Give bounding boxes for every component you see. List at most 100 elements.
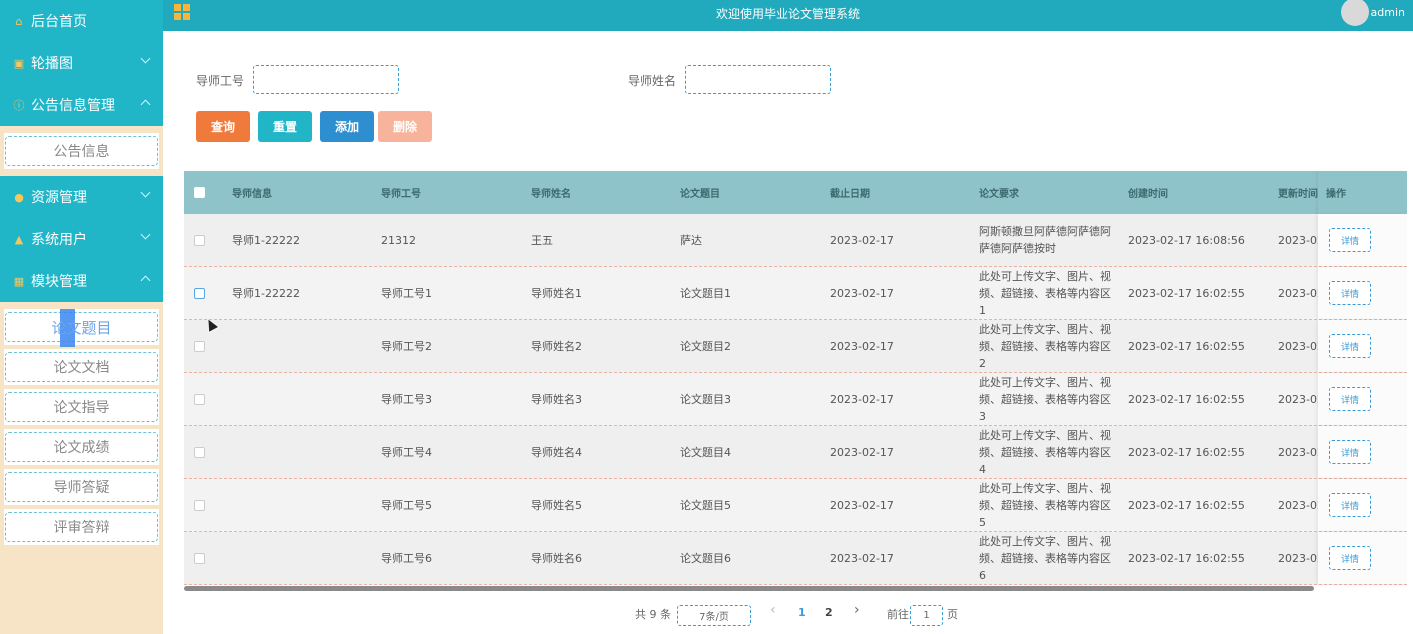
row-checkbox[interactable] (194, 394, 205, 405)
detail-button[interactable]: 详情 (1329, 546, 1371, 570)
sidebar-item-thesis-doc[interactable]: 论文文档 (4, 349, 159, 385)
cell-created: 2023-02-17 16:02:55 (1128, 498, 1245, 512)
cell-deadline: 2023-02-17 (830, 392, 894, 406)
tutor-name-input[interactable] (685, 65, 831, 94)
module-submenu: 论文题目 论文文档 论文指导 论文成绩 导师答疑 评审答辩 (0, 302, 163, 552)
col-header[interactable]: 导师信息 (232, 171, 272, 214)
cell-created: 2023-02-17 16:02:55 (1128, 551, 1245, 565)
cell-created: 2023-02-17 16:02:55 (1128, 445, 1245, 459)
cell-req: 阿斯顿撒旦阿萨德阿萨德阿萨德阿萨德按时 (979, 225, 1111, 255)
menu-carousel-label: 轮播图 (31, 56, 73, 72)
col-header[interactable]: 截止日期 (830, 171, 870, 214)
cell-topic: 论文题目3 (680, 393, 731, 406)
table-row[interactable]: 导师工号6 导师姓名6 论文题目6 2023-02-17 此处可上传文字、图片、视频、超… (184, 532, 1407, 585)
add-button[interactable]: 添加 (320, 111, 374, 142)
cell-updated: 2023-02 (1278, 445, 1318, 459)
table-row[interactable]: 导师工号5 导师姓名5 论文题目5 2023-02-17 此处可上传文字、图片、视频、超… (184, 479, 1407, 532)
menu-carousel[interactable]: ▣ 轮播图 (0, 42, 163, 84)
sidebar-item-thesis-topic[interactable]: 论文题目 (4, 309, 159, 347)
op-cell: 详情 (1318, 532, 1407, 584)
sidebar-item-thesis-guide[interactable]: 论文指导 (4, 389, 159, 425)
col-header[interactable]: 导师姓名 (531, 171, 571, 214)
table-row[interactable]: 导师工号4 导师姓名4 论文题目4 2023-02-17 此处可上传文字、图片、视频、超… (184, 426, 1407, 479)
detail-button[interactable]: 详情 (1329, 387, 1371, 411)
menu-home[interactable]: ⌂ 后台首页 (0, 0, 163, 42)
col-header[interactable]: 论文要求 (979, 171, 1019, 214)
row-checkbox[interactable] (194, 288, 205, 299)
table-row[interactable]: 导师1-22222 21312 王五 萨达 2023-02-17 阿斯顿撒旦阿萨德阿萨德阿… (184, 214, 1407, 267)
horizontal-scrollbar[interactable] (184, 586, 1314, 591)
menu-notice-mgmt[interactable]: ⓘ 公告信息管理 (0, 84, 163, 126)
sidebar-item-label: 导师答疑 (53, 480, 110, 496)
reset-button[interactable]: 重置 (258, 111, 312, 142)
page-number-1[interactable]: 1 (798, 606, 806, 619)
goto-page-input[interactable]: 1 (910, 605, 943, 626)
cell-name: 导师姓名6 (531, 552, 582, 565)
page-suffix: 页 (947, 608, 958, 621)
row-checkbox[interactable] (194, 235, 205, 246)
cell-deadline: 2023-02-17 (830, 498, 894, 512)
username[interactable]: admin (1371, 6, 1405, 19)
sidebar-item-review-defense[interactable]: 评审答辩 (4, 509, 159, 545)
op-cell: 详情 (1318, 320, 1407, 372)
op-cell: 详情 (1318, 267, 1407, 319)
col-header: 操作 (1326, 189, 1346, 200)
table-row[interactable]: 导师工号3 导师姓名3 论文题目3 2023-02-17 此处可上传文字、图片、视频、超… (184, 373, 1407, 426)
sidebar-item-thesis-score[interactable]: 论文成绩 (4, 429, 159, 465)
user-icon: ▲ (14, 232, 24, 246)
table-row[interactable]: 导师工号2 导师姓名2 论文题目2 2023-02-17 此处可上传文字、图片、视频、超… (184, 320, 1407, 373)
op-col-header: 操作 (1318, 171, 1407, 214)
prev-page-icon[interactable]: ‹ (770, 602, 776, 618)
row-checkbox[interactable] (194, 553, 205, 564)
cell-name: 王五 (531, 234, 553, 247)
cell-no: 导师工号4 (381, 446, 432, 459)
cell-topic: 论文题目4 (680, 446, 731, 459)
col-header[interactable]: 更新时间 (1278, 171, 1318, 214)
menu-home-label: 后台首页 (31, 14, 87, 30)
cell-deadline: 2023-02-17 (830, 551, 894, 565)
delete-button[interactable]: 删除 (378, 111, 432, 142)
select-all-checkbox[interactable] (194, 187, 205, 198)
next-page-icon[interactable]: › (854, 602, 860, 618)
sidebar-item-notice-info[interactable]: 公告信息 (4, 133, 159, 169)
menu-sys-user-label: 系统用户 (31, 232, 87, 248)
detail-button[interactable]: 详情 (1329, 334, 1371, 358)
col-header[interactable]: 论文题目 (680, 171, 720, 214)
cell-topic: 论文题目5 (680, 499, 731, 512)
menu-resource[interactable]: ● 资源管理 (0, 176, 163, 218)
data-table: 导师信息 导师工号 导师姓名 论文题目 截止日期 论文要求 创建时间 更新时间 … (184, 171, 1407, 585)
row-checkbox[interactable] (194, 341, 205, 352)
goto-label: 前往 (887, 608, 909, 621)
cell-req: 此处可上传文字、图片、视频、超链接、表格等内容区1 (979, 269, 1111, 317)
menu-sys-user[interactable]: ▲ 系统用户 (0, 218, 163, 260)
query-button[interactable]: 查询 (196, 111, 250, 142)
row-checkbox[interactable] (194, 447, 205, 458)
sidebar-item-tutor-qa[interactable]: 导师答疑 (4, 469, 159, 505)
detail-button[interactable]: 详情 (1329, 440, 1371, 464)
row-checkbox[interactable] (194, 500, 205, 511)
chevron-down-icon (140, 53, 151, 64)
avatar[interactable] (1341, 0, 1369, 26)
cell-created: 2023-02-17 16:02:55 (1128, 286, 1245, 300)
image-icon: ▣ (13, 56, 25, 70)
col-header[interactable]: 创建时间 (1128, 171, 1168, 214)
cell-info: 导师1-22222 (232, 234, 300, 247)
col-header[interactable]: 导师工号 (381, 171, 421, 214)
detail-button[interactable]: 详情 (1329, 281, 1371, 305)
cell-deadline: 2023-02-17 (830, 286, 894, 300)
table-header: 导师信息 导师工号 导师姓名 论文题目 截止日期 论文要求 创建时间 更新时间 … (184, 171, 1407, 214)
cell-updated: 2023-02 (1278, 286, 1318, 300)
table-row[interactable]: 导师1-22222 导师工号1 导师姓名1 论文题目1 2023-02-17 此处可上传文… (184, 267, 1407, 320)
menu-module-mgmt[interactable]: ▦ 模块管理 (0, 260, 163, 302)
cell-no: 导师工号2 (381, 340, 432, 353)
chevron-up-icon (140, 275, 151, 286)
detail-button[interactable]: 详情 (1329, 493, 1371, 517)
sidebar-item-label: 公告信息 (53, 144, 110, 160)
tutor-no-input[interactable] (253, 65, 399, 94)
detail-button[interactable]: 详情 (1329, 228, 1371, 252)
sidebar-item-label: 论文成绩 (53, 440, 110, 456)
page-size-select[interactable]: 7条/页 (677, 605, 751, 626)
menu-notice-label: 公告信息管理 (31, 98, 115, 114)
page-number-2[interactable]: 2 (825, 606, 833, 619)
cell-no: 导师工号6 (381, 552, 432, 565)
